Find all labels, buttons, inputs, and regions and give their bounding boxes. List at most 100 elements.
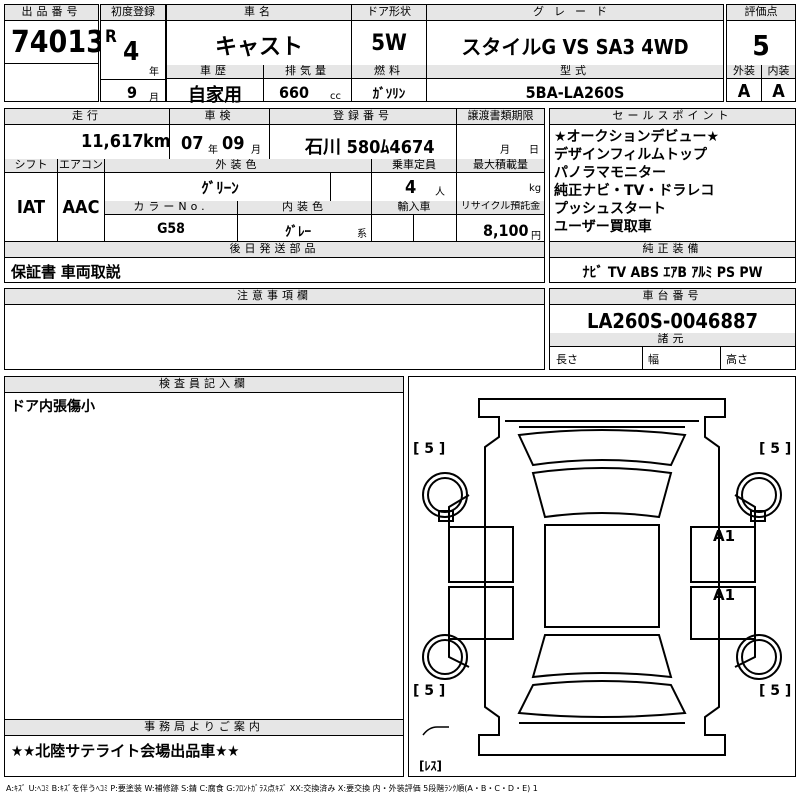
recycle-header: リサイクル預託金 — [457, 201, 544, 215]
history-header: 車歴 — [167, 65, 263, 79]
genuine-equipment-box: 純正装備 ﾅﾋﾞ TV ABS ｴｱB ｱﾙﾐ PS PW — [549, 241, 796, 283]
overall-score: 5 — [752, 29, 770, 62]
inspection-month: 09 — [222, 133, 245, 154]
dims-header: 諸元 — [550, 333, 795, 347]
dim-width-label: 幅 — [648, 353, 659, 366]
inspector-note: ドア内張傷小 — [11, 399, 95, 415]
tire-rear-right-mark: [ 5 ] — [759, 683, 792, 699]
inspection-month-unit: 月 — [251, 145, 261, 156]
capacity-unit: 人 — [435, 187, 445, 198]
door-type-header: ドア形状 — [352, 5, 426, 21]
color-no-header: カラーNo. — [105, 201, 237, 215]
recycle-fee: 8,100 — [483, 221, 529, 240]
car-name: キャスト — [214, 35, 303, 60]
import-header: 輸入車 — [372, 201, 456, 215]
model-code-header: 型式 — [427, 65, 723, 79]
sales-point: デザインフィルムトップ — [554, 147, 708, 163]
inspection-header: 車検 — [170, 109, 269, 125]
first-registration-year-unit: 年 — [149, 67, 159, 78]
max-load-header: 最大積載量 — [457, 159, 544, 173]
details-box: 走行 車検 登録番号 譲渡書類期限 11,617 km 07 年 09 月 石川… — [4, 108, 545, 242]
later-parts-box: 後日発送部品 保証書 車両取説 — [4, 241, 545, 283]
load-unit: kg — [529, 183, 542, 194]
first-registration-year: 4 — [123, 37, 140, 67]
spare-tire-mark: [ﾚｽ] — [419, 759, 442, 773]
tire-front-left-mark: [ 5 ] — [413, 441, 446, 457]
vehicle-info-box: 車名 ドア形状 グレード キャスト 5W スタイルG VS SA3 4WD 車歴… — [166, 4, 724, 106]
tire-front-right-mark: [ 5 ] — [759, 441, 792, 457]
exterior-color: ｸﾞﾘｰﾝ — [201, 179, 239, 197]
door-type: 5W — [371, 31, 407, 56]
first-registration-era: R — [105, 27, 117, 47]
shift-type: IAT — [16, 197, 46, 218]
office-notice-header: 事務局よりご案内 — [5, 720, 403, 736]
later-parts: 保証書 車両取説 — [11, 263, 121, 281]
displacement-header: 排気量 — [264, 65, 351, 79]
car-diagram — [422, 398, 782, 756]
genuine-equipment: ﾅﾋﾞ TV ABS ｴｱB ｱﾙﾐ PS PW — [582, 265, 763, 281]
office-notice: ★★北陸サテライト会場出品車★★ — [11, 742, 240, 760]
genuine-equipment-header: 純正装備 — [550, 242, 795, 258]
later-parts-header: 後日発送部品 — [5, 242, 544, 258]
transfer-doc-day: 日 — [529, 145, 539, 156]
exterior-score: A — [737, 81, 751, 102]
plate-number: 石川 580ﾑ4674 — [305, 137, 435, 158]
model-code: 5BA-LA260S — [525, 83, 625, 102]
shift-header: シフト — [5, 159, 57, 173]
damage-rear-right-door: A1 — [713, 586, 736, 604]
ext-color-header: 外装色 — [105, 159, 371, 173]
inspection-year: 07 — [181, 133, 204, 154]
lot-number-box: 出品番号 74013 — [4, 4, 105, 102]
first-registration-header: 初度登録 — [101, 5, 165, 21]
sales-point: ★オークションデビュー★ — [554, 129, 720, 145]
sales-points-box: セールスポイント ★オークションデビュー★ デザインフィルムトップ パノラマモニ… — [549, 108, 796, 242]
sales-point: プッシュスタート — [554, 201, 666, 217]
dim-length-label: 長さ — [556, 353, 578, 366]
fuel-header: 燃料 — [352, 65, 426, 79]
first-registration-month: 9 — [127, 83, 138, 102]
score-box: 評価点 5 外装 内装 A A — [726, 4, 796, 102]
sales-point: ユーザー買取車 — [554, 219, 652, 235]
chassis-number: LA260S-0046887 — [586, 309, 758, 333]
transfer-doc-header: 譲渡書類期限 — [457, 109, 544, 125]
notes-box: 注意事項欄 — [4, 288, 545, 370]
car-name-header: 車名 — [167, 5, 351, 21]
office-notice-box: 事務局よりご案内 ★★北陸サテライト会場出品車★★ — [4, 719, 404, 777]
lot-number-header: 出品番号 — [5, 5, 98, 21]
sales-point: 純正ナビ・TV・ドラレコ — [554, 183, 715, 199]
int-color-header: 内装色 — [238, 201, 371, 215]
sales-point: パノラマモニター — [554, 165, 666, 181]
vehicle-history: 自家用 — [188, 85, 242, 106]
interior-color: ｸﾞﾚｰ — [285, 225, 311, 240]
capacity-header: 乗車定員 — [372, 159, 456, 173]
score-header: 評価点 — [727, 5, 795, 21]
mileage-unit: km — [143, 131, 171, 152]
inspector-box: 検査員記入欄 ドア内張傷小 — [4, 376, 404, 720]
car-diagram-box: [ 5 ] [ 5 ] [ 5 ] [ 5 ] [ﾚｽ] A1 A1 — [408, 376, 796, 777]
mileage: 11,617 — [81, 131, 144, 152]
displacement-unit: cc — [330, 91, 341, 102]
grade-header: グレード — [427, 5, 723, 21]
transfer-doc-month: 月 — [500, 145, 510, 156]
sales-points-header: セールスポイント — [550, 109, 795, 125]
inspector-header: 検査員記入欄 — [5, 377, 403, 393]
damage-front-right-door: A1 — [713, 527, 736, 545]
dim-height-label: 高さ — [726, 353, 748, 366]
aircon-type: AAC — [62, 197, 100, 218]
exterior-header: 外装 — [727, 65, 761, 79]
mileage-header: 走行 — [5, 109, 169, 125]
legend: A:ｷｽﾞ U:ﾍｺﾐ B:ｷｽﾞを伴うﾍｺﾐ P:要塗装 W:補修跡 S:錆 … — [6, 784, 538, 793]
lot-number: 74013 — [11, 25, 105, 60]
first-registration-box: 初度登録 R 4 年 9 月 — [100, 4, 166, 104]
displacement: 660 — [279, 83, 310, 102]
aircon-header: エアコン — [58, 159, 104, 173]
notes-header: 注意事項欄 — [5, 289, 544, 305]
color-number: G58 — [157, 221, 185, 237]
interior-score: A — [772, 81, 785, 102]
grade: スタイルG VS SA3 4WD — [461, 35, 689, 59]
tire-rear-left-mark: [ 5 ] — [413, 683, 446, 699]
interior-color-suffix: 系 — [357, 229, 367, 240]
plate-header: 登録番号 — [270, 109, 456, 125]
capacity: 4 — [405, 177, 417, 198]
chassis-box: 車台番号 LA260S-0046887 諸元 長さ 幅 高さ — [549, 288, 796, 370]
